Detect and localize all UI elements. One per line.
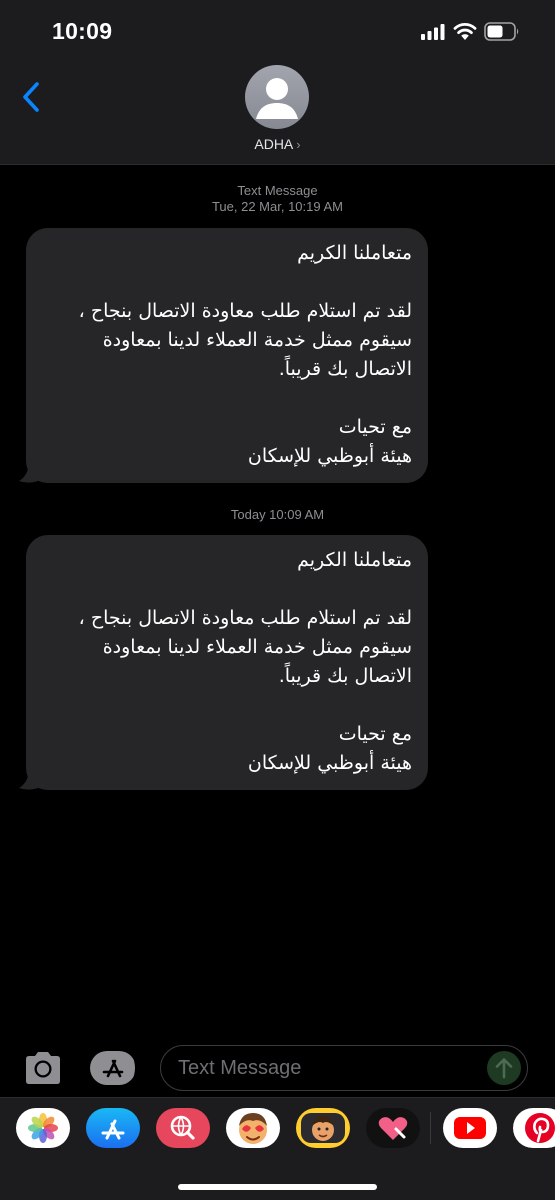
web-search-icon[interactable] — [156, 1108, 210, 1148]
app-store-icon[interactable] — [86, 1108, 140, 1148]
photos-icon[interactable] — [16, 1108, 70, 1148]
message-date: Tue, 22 Mar, 10:19 AM — [211, 199, 344, 214]
digital-touch-icon[interactable] — [366, 1108, 420, 1148]
youtube-icon[interactable] — [443, 1108, 497, 1148]
conversation-header: ADHA › — [0, 62, 555, 165]
message-service-label: Text Message — [237, 183, 318, 198]
message-input[interactable]: Text Message — [160, 1045, 528, 1091]
app-strip-divider — [430, 1112, 431, 1144]
home-indicator[interactable] — [178, 1184, 377, 1190]
chevron-right-icon: › — [296, 137, 301, 152]
message-date: Today 10:09 AM — [230, 507, 325, 522]
person-silhouette-icon — [256, 78, 298, 119]
message-timestamp: Today 10:09 AM — [0, 507, 555, 523]
contact-name-label: ADHA — [254, 136, 294, 152]
battery-icon — [484, 22, 519, 41]
contact-avatar[interactable] — [245, 65, 309, 129]
back-chevron-icon[interactable] — [16, 79, 46, 115]
cellular-signal-icon — [421, 24, 445, 40]
memoji-stickers-icon[interactable] — [226, 1108, 280, 1148]
pinterest-icon[interactable] — [513, 1108, 555, 1148]
status-time: 10:09 — [52, 18, 113, 44]
contact-name[interactable]: ADHA › — [0, 136, 555, 152]
message-input-placeholder: Text Message — [178, 1057, 302, 1079]
arrow-up-icon — [495, 1058, 513, 1079]
incoming-message-bubble[interactable]: متعاملنا الكريم لقد تم استلام طلب معاودة… — [26, 228, 428, 483]
app-store-drawer-icon[interactable] — [89, 1049, 139, 1087]
message-timestamp: Text Message Tue, 22 Mar, 10:19 AM — [0, 183, 555, 215]
camera-icon[interactable] — [22, 1049, 64, 1087]
incoming-message-bubble[interactable]: متعاملنا الكريم لقد تم استلام طلب معاودة… — [26, 535, 428, 790]
animoji-icon[interactable] — [296, 1108, 350, 1148]
wifi-icon — [453, 23, 477, 40]
status-bar: 10:09 — [0, 0, 555, 62]
send-button[interactable] — [487, 1051, 521, 1085]
